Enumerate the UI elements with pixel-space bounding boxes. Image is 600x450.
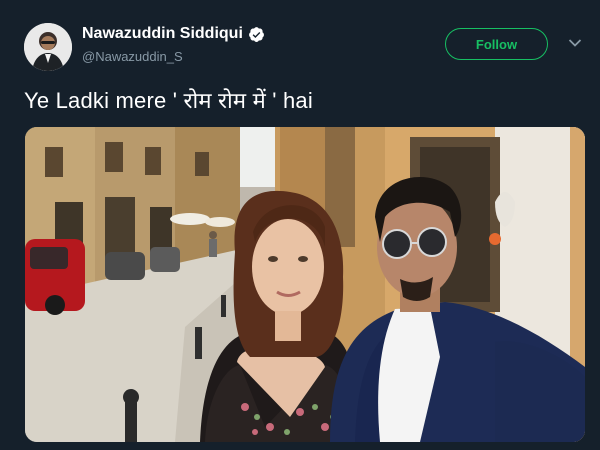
author-avatar[interactable] xyxy=(24,23,72,71)
selfie-photo xyxy=(25,127,585,442)
author-name-row[interactable]: Nawazuddin Siddiqui xyxy=(82,24,265,44)
verified-badge-icon xyxy=(248,26,264,42)
chevron-down-icon[interactable] xyxy=(568,38,582,48)
author-handle[interactable]: @Nawazuddin_S xyxy=(82,49,265,65)
author-info: Nawazuddin Siddiqui @Nawazuddin_S xyxy=(82,24,265,65)
avatar-photo xyxy=(24,23,72,71)
tweet-card: Nawazuddin Siddiqui @Nawazuddin_S Follow… xyxy=(0,0,600,450)
follow-button[interactable]: Follow xyxy=(445,28,548,60)
author-display-name[interactable]: Nawazuddin Siddiqui xyxy=(82,24,243,44)
tweet-photo[interactable] xyxy=(25,127,585,442)
tweet-text: Ye Ladki mere ' रोम रोम में ' hai xyxy=(24,88,313,113)
